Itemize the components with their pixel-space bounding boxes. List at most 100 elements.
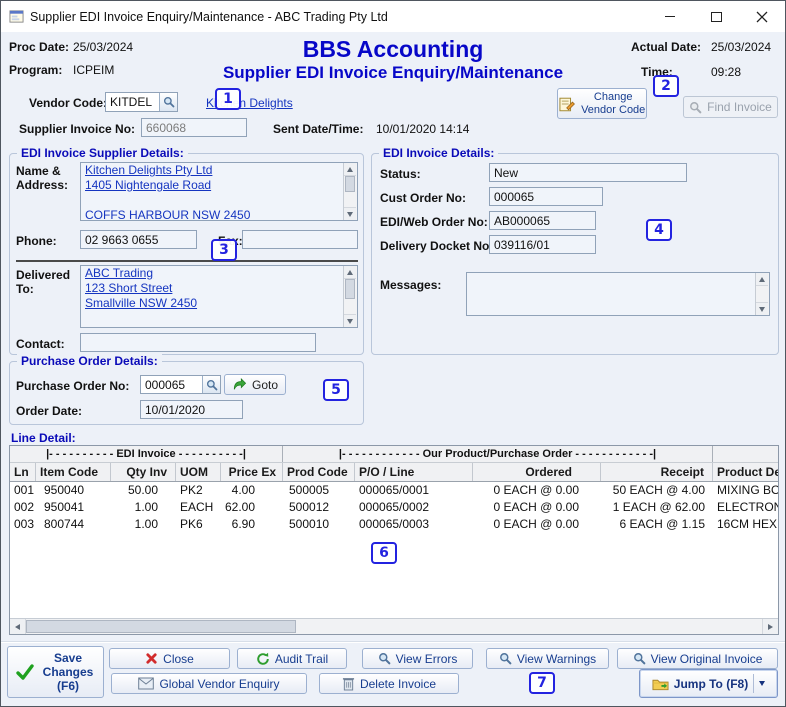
- delivered-scrollbar[interactable]: [343, 266, 357, 327]
- view-warnings-label: View Warnings: [516, 651, 597, 666]
- global-vendor-enquiry-button[interactable]: Global Vendor Enquiry: [111, 673, 307, 694]
- messages-scrollbar[interactable]: [755, 273, 769, 315]
- cell-qty-inv: 1.00: [134, 517, 158, 531]
- col-header-price-ex[interactable]: Price Ex: [221, 463, 283, 481]
- scroll-up-icon[interactable]: [344, 266, 356, 279]
- edit-form-icon: [559, 97, 575, 111]
- contact-field[interactable]: [80, 333, 316, 352]
- magnifier-icon: [499, 653, 512, 665]
- cust-order-field[interactable]: 000065: [489, 187, 603, 206]
- sent-datetime-value: 10/01/2020 14:14: [376, 122, 470, 136]
- jump-to-label: Jump To (F8): [673, 676, 749, 691]
- magnifier-icon: [163, 96, 174, 108]
- cell-uom: PK2: [180, 483, 203, 497]
- col-header-uom[interactable]: UOM: [176, 463, 221, 481]
- grid-row-2[interactable]: 002 950041 1.00 EACH 62.00 500012 000065…: [10, 499, 778, 516]
- invoice-details-group: EDI Invoice Details: Status: New Cust Or…: [371, 146, 779, 355]
- col-header-ln[interactable]: Ln: [10, 463, 36, 481]
- sent-datetime-label: Sent Date/Time:: [273, 122, 364, 136]
- scroll-down-icon[interactable]: [344, 314, 356, 327]
- delivered-link[interactable]: ABC Trading: [85, 266, 153, 280]
- delivery-docket-field[interactable]: 039116/01: [489, 235, 596, 254]
- scroll-left-icon[interactable]: [10, 619, 26, 634]
- change-vendor-code-button[interactable]: Change Vendor Code: [557, 88, 647, 119]
- supplier-invoice-field[interactable]: 660068: [141, 118, 247, 137]
- vendor-lookup-button[interactable]: [159, 93, 177, 111]
- maximize-button[interactable]: [693, 1, 739, 32]
- band-spacer: [713, 446, 778, 462]
- grid-horizontal-scrollbar[interactable]: [10, 618, 778, 634]
- supplier-details-group-title: EDI Invoice Supplier Details:: [17, 146, 188, 160]
- col-header-po-line[interactable]: P/O / Line: [355, 463, 473, 481]
- delivered-link[interactable]: Smallville NSW 2450: [85, 296, 197, 310]
- minimize-icon: [665, 15, 675, 18]
- view-original-invoice-button[interactable]: View Original Invoice: [617, 648, 778, 669]
- find-invoice-button[interactable]: Find Invoice: [683, 96, 778, 118]
- save-changes-button[interactable]: Save Changes (F6): [7, 646, 104, 698]
- scroll-up-icon[interactable]: [344, 163, 356, 176]
- audit-trail-button[interactable]: Audit Trail: [237, 648, 347, 669]
- grid-row-3[interactable]: 003 800744 1.00 PK6 6.90 500010 000065/0…: [10, 516, 778, 533]
- address-link[interactable]: Kitchen Delights Pty Ltd: [85, 163, 212, 177]
- minimize-button[interactable]: [647, 1, 693, 32]
- status-label: Status:: [380, 167, 421, 181]
- cell-product-desc: MIXING BO: [717, 483, 779, 497]
- delete-invoice-button[interactable]: Delete Invoice: [319, 673, 459, 694]
- messages-box[interactable]: [466, 272, 770, 316]
- line-detail-label: Line Detail:: [11, 431, 76, 445]
- scroll-thumb[interactable]: [26, 620, 296, 633]
- col-header-receipt[interactable]: Receipt: [601, 463, 713, 481]
- cell-ordered: 0 EACH @ 0.00: [493, 517, 579, 531]
- magnifier-icon: [378, 653, 390, 665]
- goto-button[interactable]: Goto: [224, 374, 286, 395]
- actual-date-value: 25/03/2024: [711, 40, 772, 54]
- actual-date-label: Actual Date:: [631, 40, 702, 54]
- order-date-field[interactable]: 10/01/2020: [140, 400, 243, 419]
- cell-qty-inv: 50.00: [127, 483, 158, 497]
- phone-field[interactable]: 02 9663 0655: [80, 230, 197, 249]
- status-field[interactable]: New: [489, 163, 687, 182]
- grid-row-1[interactable]: 001 950040 50.00 PK2 4.00 500005 000065/…: [10, 482, 778, 499]
- view-warnings-button[interactable]: View Warnings: [486, 648, 609, 669]
- edi-web-order-field[interactable]: AB000065: [489, 211, 596, 230]
- scroll-down-icon[interactable]: [344, 207, 356, 220]
- window-controls: [647, 1, 785, 32]
- close-icon: [756, 11, 768, 22]
- delivered-link[interactable]: 123 Short Street: [85, 281, 172, 295]
- scroll-thumb[interactable]: [345, 279, 355, 299]
- address-link[interactable]: 1405 Nightengale Road: [85, 178, 211, 192]
- col-header-product-desc[interactable]: Product De: [713, 463, 778, 481]
- cust-order-label: Cust Order No:: [380, 191, 467, 205]
- view-errors-label: View Errors: [395, 651, 458, 666]
- jump-to-button[interactable]: Jump To (F8): [639, 669, 778, 698]
- address-scrollbar[interactable]: [343, 163, 357, 220]
- edi-web-order-label: EDI/Web Order No:: [380, 215, 488, 229]
- col-header-prod-code[interactable]: Prod Code: [283, 463, 355, 481]
- fax-field[interactable]: [242, 230, 358, 249]
- order-date-value: 10/01/2020: [145, 402, 206, 417]
- col-header-ordered[interactable]: Ordered: [473, 463, 601, 481]
- messages-label: Messages:: [380, 278, 442, 292]
- close-button[interactable]: Close: [109, 648, 230, 669]
- address-link[interactable]: COFFS HARBOUR NSW 2450: [85, 208, 250, 220]
- scroll-up-icon[interactable]: [756, 273, 768, 286]
- col-header-item-code[interactable]: Item Code: [36, 463, 111, 481]
- vendor-code-field[interactable]: KITDEL: [105, 92, 178, 112]
- dropdown-arrow-icon[interactable]: [759, 681, 766, 686]
- maximize-icon: [710, 11, 722, 22]
- find-invoice-label: Find Invoice: [707, 100, 772, 114]
- phone-label: Phone:: [16, 234, 57, 248]
- delivered-to-box[interactable]: ABC Trading 123 Short Street Smallville …: [80, 265, 358, 328]
- name-address-box[interactable]: Kitchen Delights Pty Ltd 1405 Nightengal…: [80, 162, 358, 221]
- cell-po-line: 000065/0003: [359, 517, 430, 531]
- scroll-down-icon[interactable]: [756, 302, 768, 315]
- po-lookup-button[interactable]: [202, 376, 220, 393]
- scroll-thumb[interactable]: [345, 176, 355, 192]
- section-divider: [16, 260, 358, 262]
- purchase-order-no-field[interactable]: 000065: [140, 375, 221, 394]
- scroll-right-icon[interactable]: [762, 619, 778, 634]
- view-errors-button[interactable]: View Errors: [362, 648, 473, 669]
- col-header-qty-inv[interactable]: Qty Inv: [111, 463, 176, 481]
- green-check-icon: [16, 664, 34, 680]
- close-window-button[interactable]: [739, 1, 785, 32]
